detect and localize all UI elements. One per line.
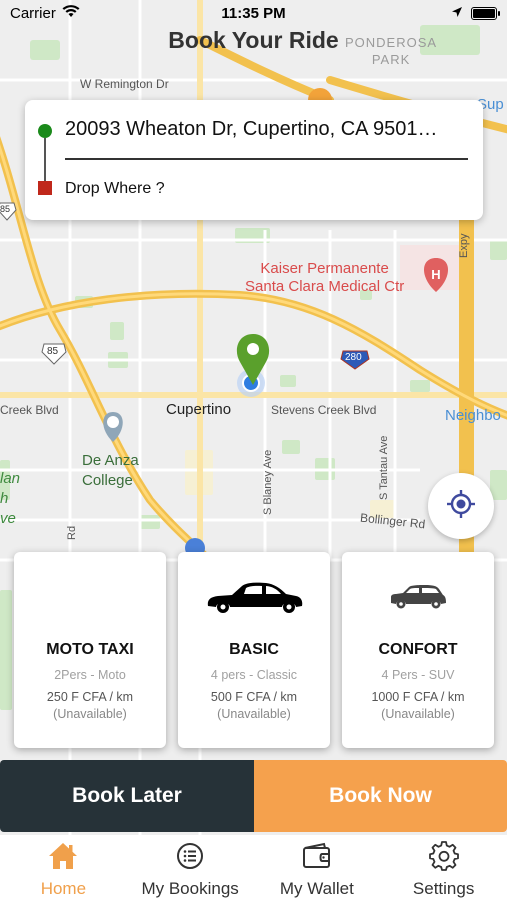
crosshair-icon <box>446 489 476 524</box>
map-label-280: 280 <box>345 352 362 363</box>
map-label-h: h <box>0 490 9 507</box>
map-label-creek-blvd: Creek Blvd <box>0 403 59 417</box>
map-label-blaney: S Blaney Ave <box>262 449 274 515</box>
address-card: 20093 Wheaton Dr, Cupertino, CA 9501… Dr… <box>25 100 483 220</box>
home-icon <box>48 841 78 871</box>
status-right <box>451 5 500 22</box>
vehicle-name: CONFORT <box>378 641 458 658</box>
tab-my-bookings[interactable]: My Bookings <box>127 835 254 900</box>
map-label-expy: Expy <box>458 233 470 258</box>
tab-home[interactable]: Home <box>0 835 127 900</box>
vehicle-status: (Unavailable) <box>53 707 127 721</box>
drop-address-field[interactable]: Drop Where ? <box>65 180 165 198</box>
vehicle-description: 2Pers - Moto <box>54 668 126 682</box>
my-location-button[interactable] <box>428 473 494 539</box>
map-label-85-a: 85 <box>0 204 11 214</box>
suv-icon <box>342 578 494 618</box>
svg-text:H: H <box>431 267 440 282</box>
map-label-ve: ve <box>0 510 16 527</box>
pickup-address-field[interactable]: 20093 Wheaton Dr, Cupertino, CA 9501… <box>65 118 465 141</box>
book-later-button[interactable]: Book Later <box>0 760 254 832</box>
wallet-icon <box>302 841 332 871</box>
vehicle-description: 4 pers - Classic <box>210 668 298 682</box>
tab-label: Settings <box>412 879 475 898</box>
map-label-85-b: 85 <box>47 346 59 357</box>
wifi-icon <box>62 4 80 22</box>
map-label-lan: lan <box>0 470 21 487</box>
location-arrow-icon <box>451 5 463 22</box>
tab-label: My Wallet <box>279 879 354 898</box>
map-label-rd: Rd <box>66 525 78 540</box>
bottom-tab-bar: Home My Bookings My Wallet Settings <box>0 835 507 900</box>
vehicle-description: 4 Pers - SUV <box>381 668 455 682</box>
page-title: Book Your Ride <box>168 27 339 53</box>
vehicle-name: BASIC <box>229 641 279 658</box>
map-label-remington: W Remington Dr <box>80 77 169 91</box>
vehicle-status: (Unavailable) <box>381 707 455 721</box>
vehicle-card-confort[interactable]: CONFORT 4 Pers - SUV 1000 F CFA / km (Un… <box>342 552 494 748</box>
status-bar: Carrier 11:35 PM <box>0 0 507 26</box>
route-line <box>44 138 46 182</box>
map-label-neighbor: Neighbo <box>445 407 501 424</box>
map-label-hospital: Kaiser Permanente Santa Clara Medical Ct… <box>245 260 405 295</box>
vehicle-card-moto-taxi[interactable]: MOTO TAXI 2Pers - Moto 250 F CFA / km (U… <box>14 552 166 748</box>
pickup-dot-icon <box>38 124 52 138</box>
carrier-label: Carrier <box>10 4 56 22</box>
tab-settings[interactable]: Settings <box>380 835 507 900</box>
vehicle-card-basic[interactable]: BASIC 4 pers - Classic 500 F CFA / km (U… <box>178 552 330 748</box>
map-label-tantau: S Tantau Ave <box>378 435 390 500</box>
tab-label: My Bookings <box>141 879 239 898</box>
drop-square-icon <box>38 181 52 195</box>
map-label-city: Cupertino <box>166 401 232 418</box>
vehicle-status: (Unavailable) <box>217 707 291 721</box>
list-icon <box>175 841 205 871</box>
sedan-icon <box>178 578 330 618</box>
battery-icon <box>471 6 500 20</box>
pickup-underline <box>65 158 468 160</box>
book-now-button[interactable]: Book Now <box>254 760 507 832</box>
status-left: Carrier <box>10 5 80 22</box>
tab-label: Home <box>40 879 87 898</box>
vehicle-name: MOTO TAXI <box>46 641 134 658</box>
tab-my-wallet[interactable]: My Wallet <box>254 835 381 900</box>
map-label-stevens-creek: Stevens Creek Blvd <box>271 403 377 417</box>
map-label-college: De Anza College <box>82 452 139 489</box>
vehicle-price: 250 F CFA / km <box>46 690 134 704</box>
vehicle-price: 500 F CFA / km <box>210 690 298 704</box>
vehicle-price: 1000 F CFA / km <box>371 690 465 704</box>
gear-icon <box>428 841 459 871</box>
moto-icon-area <box>14 578 166 618</box>
